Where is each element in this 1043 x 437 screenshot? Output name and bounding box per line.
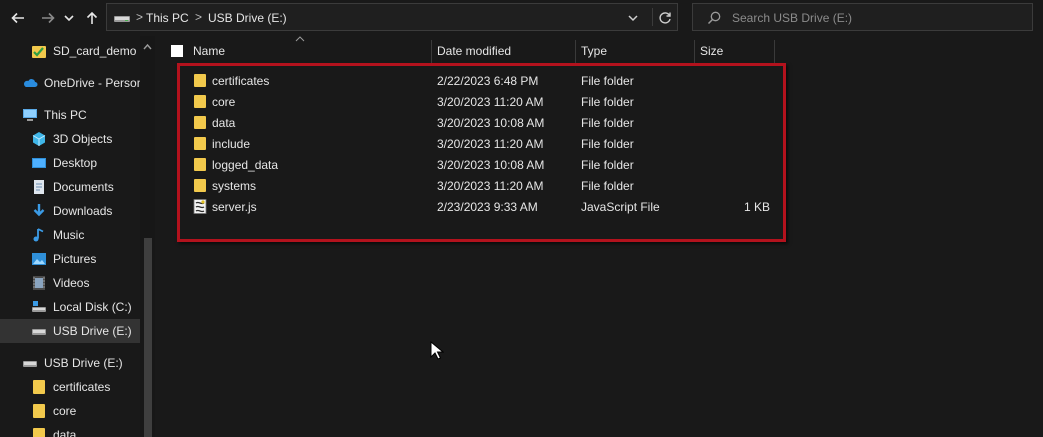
film-icon (33, 276, 45, 290)
forward-arrow-icon (42, 12, 55, 24)
sidebar-item-label: Desktop (53, 156, 98, 170)
local-disk-icon (32, 301, 46, 312)
sidebar-item-videos[interactable]: Videos (31, 272, 89, 294)
download-arrow-icon (33, 204, 45, 217)
sidebar-item-label: USB Drive (E:) (44, 356, 123, 370)
sort-ascending-icon (295, 36, 305, 42)
column-divider[interactable] (694, 40, 695, 64)
recent-locations-button[interactable] (60, 7, 78, 29)
file-list: Name Date modified Type Size certificate… (157, 36, 1043, 437)
sidebar-item-core[interactable]: core (31, 400, 76, 422)
sidebar-item-certificates[interactable]: certificates (31, 376, 110, 398)
sidebar-item-usb-drive[interactable]: USB Drive (E:) (22, 352, 123, 374)
sidebar-item-downloads[interactable]: Downloads (31, 200, 112, 222)
search-icon (707, 11, 721, 25)
sidebar-item-label: core (53, 404, 77, 418)
folder-icon (33, 404, 45, 418)
usb-drive-icon (23, 361, 37, 367)
column-divider[interactable] (575, 40, 576, 64)
breadcrumb-separator: > (195, 10, 203, 24)
column-divider[interactable] (431, 40, 432, 64)
computer-icon (23, 109, 37, 121)
up-button[interactable] (81, 7, 103, 29)
sidebar-item-usb-drive-selected[interactable]: USB Drive (E:) (31, 320, 132, 342)
usb-drive-icon (114, 16, 130, 22)
green-check-folder-icon (32, 46, 46, 58)
music-note-icon (33, 228, 44, 242)
back-arrow-icon (11, 12, 24, 24)
onedrive-cloud-icon (23, 79, 38, 87)
desktop-icon (32, 158, 46, 168)
cube-icon (32, 132, 46, 146)
folder-icon (33, 380, 45, 394)
sidebar-item-label: Downloads (53, 204, 113, 218)
column-divider[interactable] (774, 40, 775, 64)
column-header-date[interactable]: Date modified (437, 39, 511, 63)
sidebar-item-documents[interactable]: Documents (31, 176, 114, 198)
red-annotation-box (177, 63, 786, 242)
sidebar-item-label: 3D Objects (53, 132, 113, 146)
sidebar-item-label: OneDrive - Person (44, 76, 144, 90)
breadcrumb-usb-drive[interactable]: USB Drive (E:) (208, 11, 287, 25)
sidebar-item-label: USB Drive (E:) (53, 324, 132, 338)
forward-button[interactable] (37, 7, 59, 29)
sidebar-item-desktop[interactable]: Desktop (31, 152, 97, 174)
back-button[interactable] (7, 7, 29, 29)
sidebar-item-label: certificates (53, 380, 111, 394)
sidebar-item-pictures[interactable]: Pictures (31, 248, 96, 270)
chevron-down-icon (64, 15, 74, 22)
address-bar[interactable]: > This PC > USB Drive (E:) (106, 3, 678, 31)
usb-drive-icon (32, 329, 46, 335)
breadcrumb-this-pc[interactable]: This PC (146, 11, 189, 25)
sidebar-item-data[interactable]: data (31, 424, 76, 437)
divider (652, 8, 653, 26)
sidebar-item-onedrive[interactable]: OneDrive - Person (22, 72, 143, 94)
sidebar-item-music[interactable]: Music (31, 224, 84, 246)
search-placeholder: Search USB Drive (E:) (732, 11, 853, 25)
refresh-icon[interactable] (657, 10, 673, 26)
nav-scrollbar-thumb[interactable] (144, 238, 152, 437)
sidebar-item-label: Music (53, 228, 85, 242)
navigation-pane: SD_card_demo OneDrive - Person This PC 3… (0, 36, 155, 437)
chevron-down-icon[interactable] (625, 11, 641, 25)
sidebar-item-sd-card-demo[interactable]: SD_card_demo (31, 40, 136, 62)
address-toolbar: > This PC > USB Drive (E:) Search USB Dr… (0, 0, 1043, 36)
sidebar-item-label: Pictures (53, 252, 97, 266)
column-header-name[interactable]: Name (193, 39, 225, 63)
folder-icon (33, 428, 45, 437)
column-header-type[interactable]: Type (581, 39, 607, 63)
search-box[interactable]: Search USB Drive (E:) (692, 3, 1033, 31)
mouse-cursor-icon (430, 341, 444, 360)
up-arrow-icon (86, 11, 98, 24)
sidebar-item-label: Local Disk (C:) (53, 300, 132, 314)
column-header-size[interactable]: Size (700, 39, 723, 63)
sidebar-item-3d-objects[interactable]: 3D Objects (31, 128, 112, 150)
sidebar-item-label: Videos (53, 276, 90, 290)
sidebar-item-local-disk[interactable]: Local Disk (C:) (31, 296, 132, 318)
select-all-checkbox[interactable] (171, 45, 183, 57)
documents-icon (34, 180, 44, 194)
sidebar-item-this-pc[interactable]: This PC (22, 104, 87, 126)
sidebar-item-label: data (53, 428, 77, 437)
sidebar-item-label: This PC (44, 108, 87, 122)
breadcrumb-separator: > (136, 10, 144, 24)
scroll-up-icon[interactable] (142, 42, 153, 52)
pictures-icon (32, 253, 46, 265)
sidebar-item-label: SD_card_demo (53, 44, 137, 58)
sidebar-item-label: Documents (53, 180, 114, 194)
